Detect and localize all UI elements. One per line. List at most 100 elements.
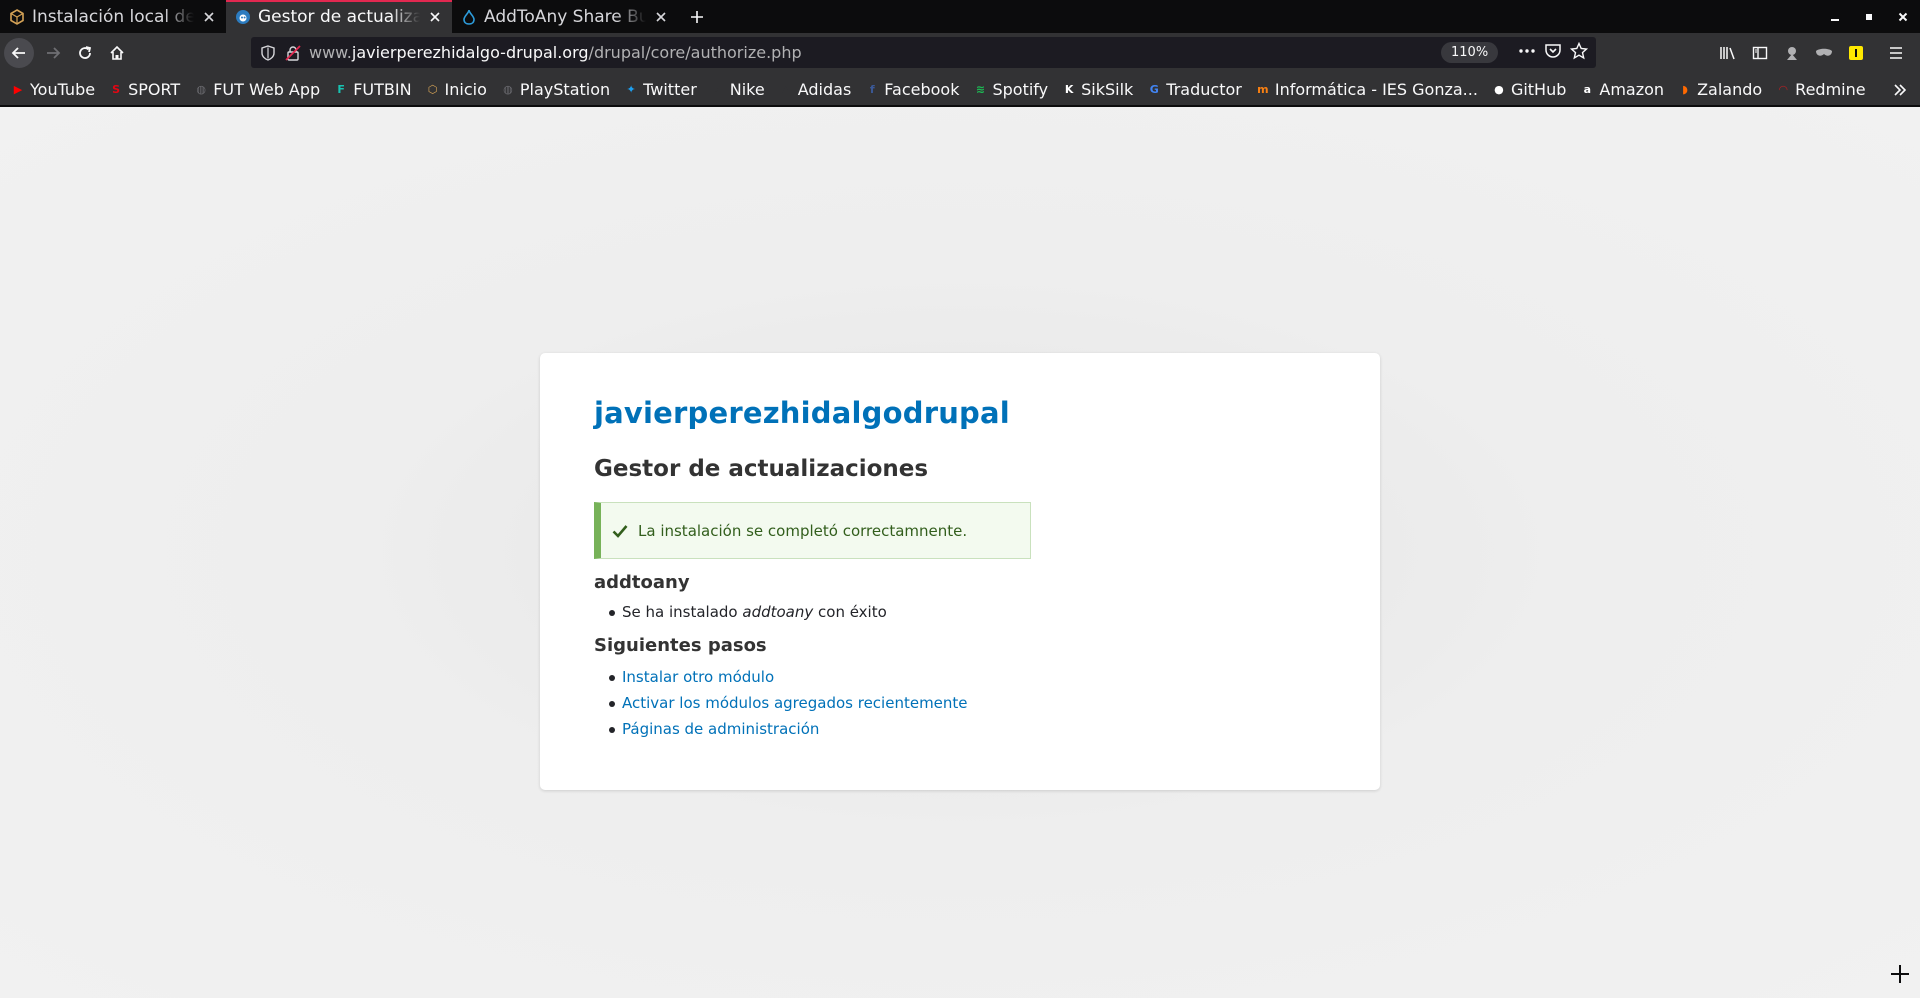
moodle-icon: m bbox=[1257, 82, 1269, 96]
tab-addtoany[interactable]: AddToAny Share Buttons bbox=[452, 0, 678, 33]
bookmark-label: YouTube bbox=[30, 79, 96, 99]
urlbar-actions bbox=[1518, 37, 1589, 68]
bookmark-traductor[interactable]: G Traductor bbox=[1146, 80, 1242, 99]
spotify-icon: ≋ bbox=[975, 82, 986, 96]
zoom-level-badge[interactable]: 110% bbox=[1441, 42, 1499, 63]
chevron-double-right-icon[interactable] bbox=[1890, 80, 1910, 100]
library-icon bbox=[1720, 47, 1735, 60]
close-icon[interactable] bbox=[200, 8, 218, 26]
extension-icon bbox=[1787, 47, 1797, 60]
bookmark-label: Traductor bbox=[1166, 79, 1242, 99]
bookmark-zalando[interactable]: ◗ Zalando bbox=[1677, 80, 1762, 99]
bookmark-label: SikSilk bbox=[1081, 79, 1134, 99]
bookmark-star-icon[interactable] bbox=[1569, 41, 1589, 64]
bookmark-twitter[interactable]: ✦ Twitter bbox=[623, 80, 697, 99]
bookmark-playstation[interactable]: ◍ PlayStation bbox=[500, 80, 610, 99]
site-name[interactable]: javierperezhidalgodrupal bbox=[594, 396, 1326, 430]
reload-icon bbox=[79, 46, 92, 59]
private-mask-button[interactable] bbox=[1808, 37, 1840, 69]
back-button[interactable] bbox=[4, 38, 34, 68]
addon-button[interactable] bbox=[1840, 37, 1872, 69]
drupal-icon bbox=[235, 9, 251, 25]
home-button[interactable] bbox=[101, 37, 133, 69]
address-bar[interactable]: www.javierperezhidalgo-drupal.org/drupal… bbox=[251, 37, 1596, 68]
arrow-left-icon bbox=[11, 47, 25, 59]
close-icon bbox=[1898, 12, 1908, 21]
forward-button[interactable] bbox=[37, 37, 69, 69]
extension-button[interactable] bbox=[1776, 37, 1808, 69]
minimize-button[interactable] bbox=[1818, 0, 1852, 33]
tab-title: Instalación local de un bbox=[32, 6, 194, 27]
close-icon[interactable] bbox=[426, 8, 444, 26]
bookmark-label: FUTBIN bbox=[353, 79, 412, 99]
new-tab-button[interactable] bbox=[678, 0, 716, 33]
menu-button[interactable] bbox=[1880, 37, 1912, 69]
installed-suffix: con éxito bbox=[813, 603, 887, 621]
sidebar-button[interactable] bbox=[1744, 37, 1776, 69]
bookmark-label: Amazon bbox=[1599, 79, 1665, 99]
twitter-icon: ✦ bbox=[626, 82, 636, 96]
nike-icon: ✓ bbox=[713, 82, 723, 96]
drupal-cube-icon: ⬡ bbox=[427, 82, 438, 96]
close-window-button[interactable] bbox=[1886, 0, 1920, 33]
bookmark-siksilk[interactable]: K SikSilk bbox=[1061, 80, 1133, 99]
sport-icon: S bbox=[112, 82, 121, 96]
sidebar-icon bbox=[1752, 46, 1768, 60]
bookmark-fut-web-app[interactable]: ◍ FUT Web App bbox=[193, 80, 320, 99]
shield-icon[interactable] bbox=[261, 44, 275, 61]
translate-icon: G bbox=[1149, 82, 1159, 96]
module-heading: addtoany bbox=[594, 572, 690, 593]
insecure-lock-icon[interactable] bbox=[285, 44, 301, 61]
bookmark-label: Facebook bbox=[884, 79, 960, 99]
page-actions-icon[interactable] bbox=[1518, 42, 1536, 64]
status-message: La instalación se completó correctamnent… bbox=[594, 502, 1031, 559]
toolbar-right bbox=[1712, 33, 1920, 73]
list-item: Instalar otro módulo bbox=[609, 664, 1326, 690]
github-icon: ● bbox=[1494, 82, 1504, 96]
home-icon bbox=[110, 45, 124, 60]
close-icon[interactable] bbox=[652, 8, 670, 26]
youtube-icon: ▶ bbox=[13, 82, 23, 96]
maximize-button[interactable] bbox=[1852, 0, 1886, 33]
url-text[interactable]: www.javierperezhidalgo-drupal.org/drupal… bbox=[309, 43, 802, 62]
bookmark-label: SPORT bbox=[128, 79, 181, 99]
bookmark-adidas[interactable]: ▲ Adidas bbox=[778, 80, 851, 99]
tab-gestor[interactable]: Gestor de actualizaciones bbox=[226, 0, 452, 33]
bookmark-amazon[interactable]: a Amazon bbox=[1579, 80, 1664, 99]
bookmark-github[interactable]: ● GitHub bbox=[1491, 80, 1566, 99]
nav-bar: www.javierperezhidalgo-drupal.org/drupal… bbox=[0, 33, 1920, 73]
bookmark-futbin[interactable]: F FUTBIN bbox=[333, 80, 411, 99]
addon-icon bbox=[1849, 46, 1863, 60]
bookmark-redmine[interactable]: ◠ Redmine bbox=[1775, 79, 1866, 99]
bookmark-inicio[interactable]: ⬡ Inicio bbox=[425, 80, 487, 99]
globe-icon: ◍ bbox=[503, 82, 513, 96]
zalando-icon: ◗ bbox=[1682, 82, 1688, 96]
bookmark-sport[interactable]: S SPORT bbox=[108, 80, 180, 99]
pocket-icon[interactable] bbox=[1544, 42, 1562, 64]
reload-button[interactable] bbox=[69, 37, 101, 69]
bookmark-label: Zalando bbox=[1697, 79, 1763, 99]
install-another-module-link[interactable]: Instalar otro módulo bbox=[622, 668, 774, 686]
administration-pages-link[interactable]: Páginas de administración bbox=[622, 720, 819, 738]
bookmark-spotify[interactable]: ≋ Spotify bbox=[972, 80, 1048, 99]
bookmark-facebook[interactable]: f Facebook bbox=[864, 79, 960, 99]
bookmark-nike[interactable]: ✓ Nike bbox=[710, 80, 765, 99]
bookmark-label: Informática - IES Gonza... bbox=[1274, 79, 1478, 99]
mask-icon bbox=[1816, 48, 1832, 56]
hamburger-icon bbox=[1890, 47, 1902, 59]
bookmark-youtube[interactable]: ▶ YouTube bbox=[10, 80, 95, 99]
enable-new-modules-link[interactable]: Activar los módulos agregados recienteme… bbox=[622, 694, 968, 712]
drupal-drop-icon bbox=[461, 9, 477, 25]
bookmark-label: GitHub bbox=[1510, 79, 1567, 99]
bookmark-inform-tica-ies-gonza[interactable]: m Informática - IES Gonza... bbox=[1255, 80, 1478, 99]
url-path: /drupal/core/authorize.php bbox=[588, 43, 802, 62]
bookmark-label: Redmine bbox=[1795, 79, 1866, 99]
window-controls bbox=[1818, 0, 1920, 33]
library-button[interactable] bbox=[1712, 37, 1744, 69]
tab-instalacion[interactable]: Instalación local de un bbox=[0, 0, 226, 33]
globe-icon: ◍ bbox=[196, 82, 206, 96]
bookmark-label: FUT Web App bbox=[213, 79, 321, 99]
tab-title: Gestor de actualizaciones bbox=[258, 6, 420, 27]
amazon-icon: a bbox=[1583, 82, 1592, 96]
list-item: Activar los módulos agregados recienteme… bbox=[609, 690, 1326, 716]
